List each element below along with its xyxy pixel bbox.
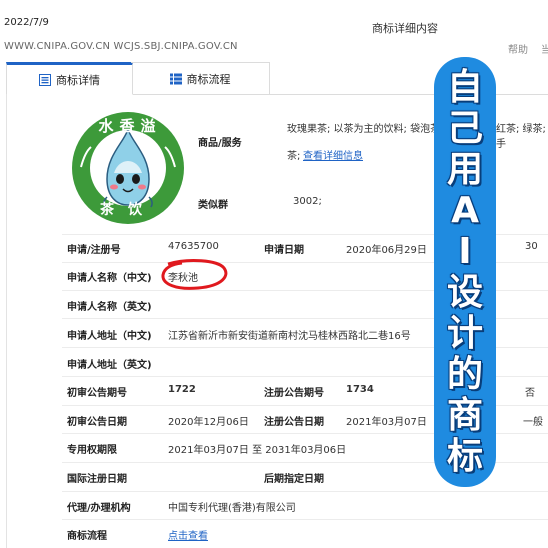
banner-char: 自 [446,67,483,108]
address-cn-value: 江苏省新沂市新安街道新南村沈马桂林西路北二巷16号 [168,331,411,342]
agent-label: 代理/办理机构 [67,503,131,514]
banner-char: 用 [446,149,483,190]
print-date: 2022/7/9 [4,17,49,28]
reg-pub-no-value: 1734 [346,384,374,395]
prelim-no-value: 1722 [168,384,196,395]
list-icon [39,73,51,86]
banner-char: I [458,231,472,272]
red-circle-annotation [161,259,228,290]
trademark-logo: 水香溢 茶饮 [67,107,190,229]
flow-label: 商标流程 [67,531,107,542]
reg-pub-date-extra: 一般 [523,417,543,428]
intl-date-label: 国际注册日期 [67,474,127,485]
similar-group-value: 3002; [293,196,322,207]
address-cn-label: 申请人地址（中文) [67,331,152,342]
header-truncated-link[interactable]: 当 [541,41,548,56]
exclusive-label: 专用权期限 [67,445,117,456]
view-details-link[interactable]: 查看详细信息 [303,147,363,162]
similar-group-label: 类似群 [198,200,228,211]
prelim-date-value: 2020年12月06日 [168,417,249,428]
apply-date-value: 2020年06月29日 [346,245,427,256]
apply-date-label: 申请日期 [264,245,304,256]
help-link[interactable]: 帮助 [508,41,528,56]
applicant-cn-label: 申请人名称（中文) [67,273,152,284]
logo-top-text: 水香溢 [98,117,162,135]
banner-char: 己 [446,108,483,149]
banner-char: A [451,190,479,231]
flow-view-link[interactable]: 点击查看 [168,527,208,542]
tab-label: 商标流程 [186,72,231,86]
goods-line2: 茶; [287,151,301,162]
prelim-date-label: 初审公告日期 [67,417,127,428]
goods-line1: 玫瑰果茶; 以茶为主的饮料; 袋泡茶 [287,124,441,135]
top-bar: 2022/7/9 商标详细内容 WWW.CNIPA.GOV.CN WCJS.SB… [0,0,548,60]
overlay-banner: 自 己 用 A I 设 计 的 商 标 [434,57,496,487]
page-title: 商标详细内容 [372,22,438,35]
logo-bottom-text: 茶饮 [100,202,156,218]
reg-pub-date-value: 2021年03月07日 [346,417,427,428]
address-en-label: 申请人地址（英文) [67,360,152,371]
grid-icon [169,73,182,85]
prelim-no-label: 初审公告期号 [67,388,127,399]
divider [62,491,548,492]
reg-pub-date-label: 注册公告日期 [264,417,324,428]
later-date-label: 后期指定日期 [264,474,324,485]
goods-label: 商品/服务 [198,138,242,149]
tab-trademark-detail[interactable]: 商标详情 [6,62,133,95]
reg-pub-no-extra: 否 [525,388,535,399]
banner-char: 标 [446,436,483,477]
site-url: WWW.CNIPA.GOV.CN WCJS.SBJ.CNIPA.GOV.CN [4,41,238,52]
tab-label: 商标详情 [56,73,100,87]
applicant-en-label: 申请人名称（英文) [67,302,152,313]
agent-value: 中国专利代理(香港)有限公司 [168,503,296,514]
divider [62,519,548,520]
banner-char: 商 [446,395,483,436]
banner-char: 的 [446,354,483,395]
class-value: 30 [525,241,538,252]
goods-line1-tail: 红茶; 绿茶; 手 [496,124,546,150]
tab-trademark-flow[interactable]: 商标流程 [131,62,270,94]
banner-text: 自 己 用 A I 设 计 的 商 标 [434,67,496,477]
exclusive-value: 2021年03月07日 至 2031年03月06日 [168,445,347,456]
banner-char: 计 [446,313,483,354]
banner-char: 设 [446,272,483,313]
reg-no-label: 申请/注册号 [67,245,121,256]
reg-no-value: 47635700 [168,241,219,252]
reg-pub-no-label: 注册公告期号 [264,388,324,399]
